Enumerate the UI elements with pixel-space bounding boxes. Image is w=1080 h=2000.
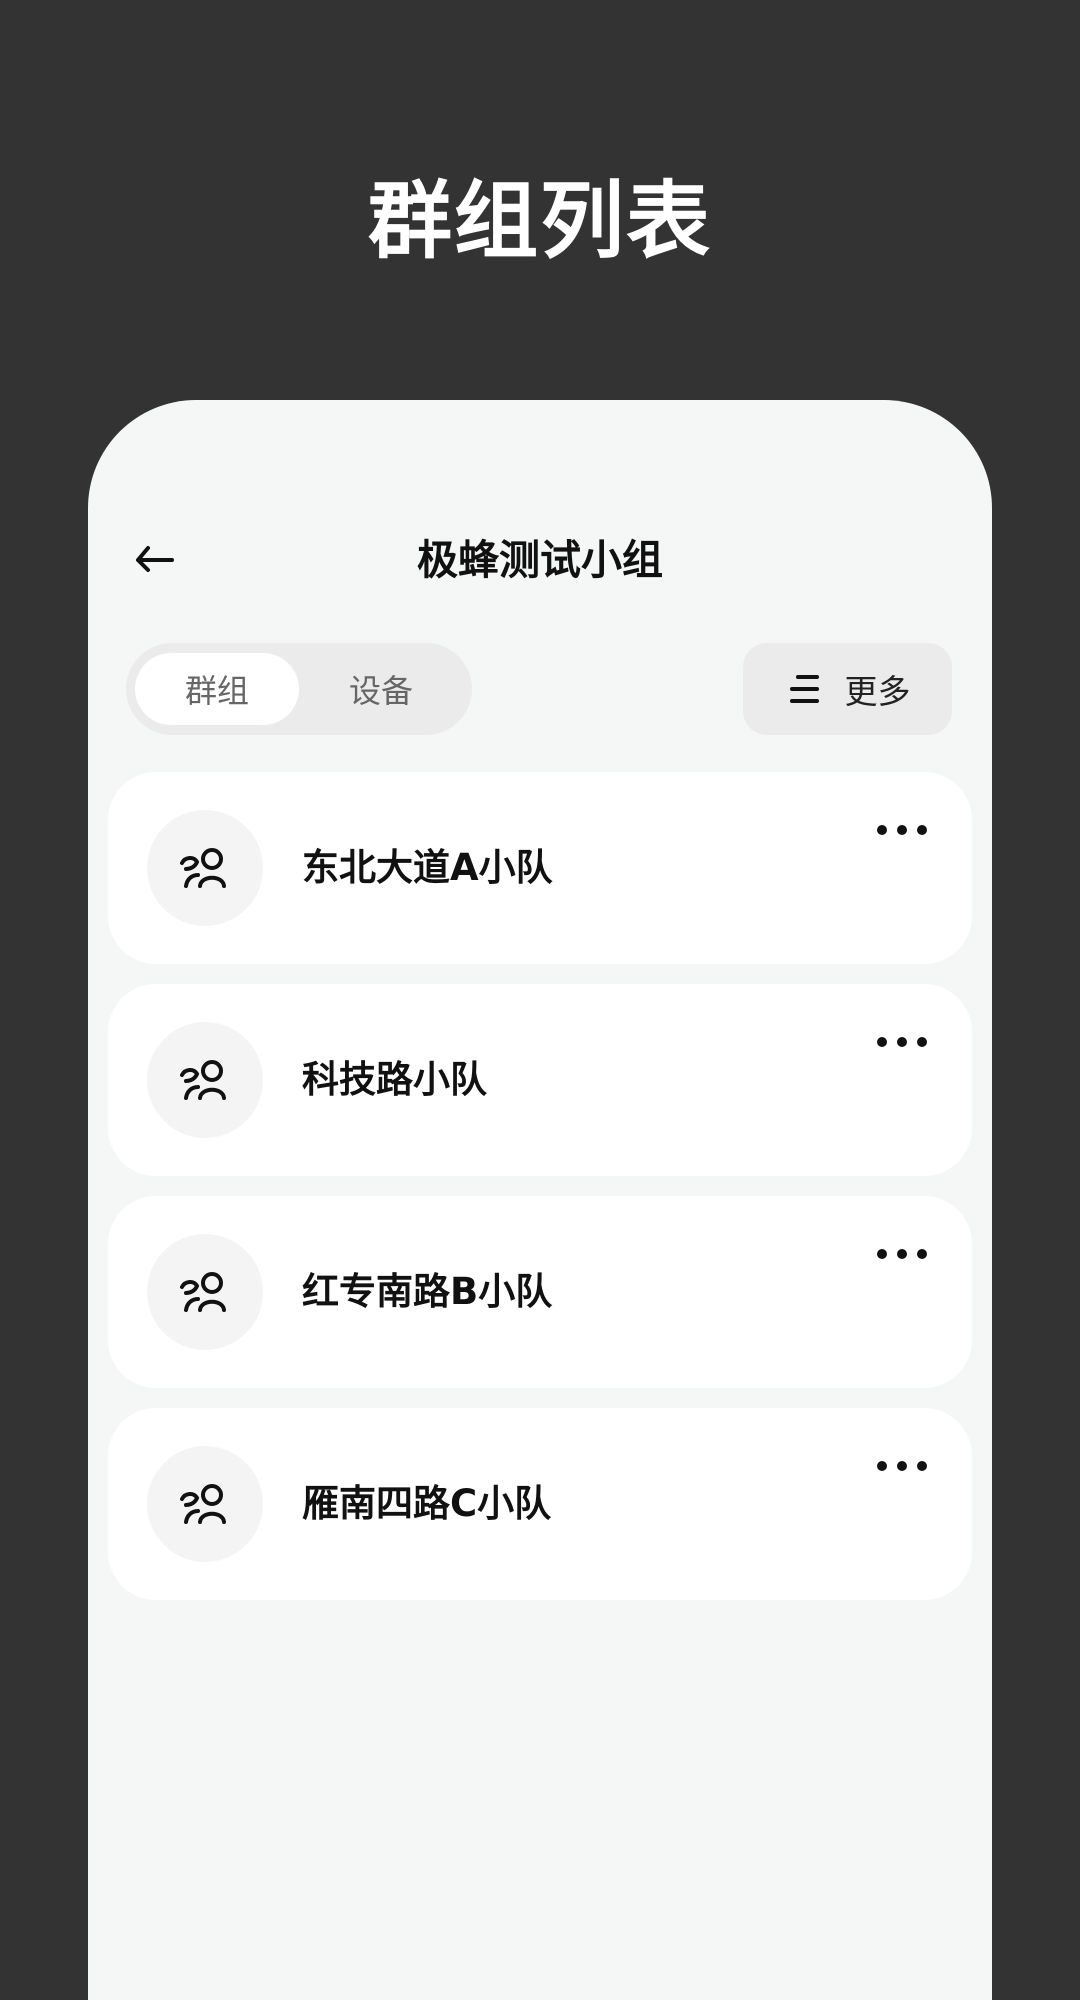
menu-lines-icon bbox=[789, 675, 819, 703]
group-avatar bbox=[147, 1446, 263, 1562]
screen-title: 极蜂测试小组 bbox=[417, 536, 663, 584]
more-dots-icon[interactable] bbox=[877, 1244, 927, 1264]
group-card[interactable]: 科技路小队 bbox=[108, 984, 972, 1176]
more-button[interactable]: 更多 bbox=[743, 643, 952, 735]
group-name: 红专南路B小队 bbox=[302, 1270, 553, 1313]
group-device-switch: 群组 设备 bbox=[126, 643, 472, 735]
group-avatar bbox=[147, 1234, 263, 1350]
tab-groups[interactable]: 群组 bbox=[135, 653, 299, 725]
group-icon bbox=[180, 1272, 226, 1312]
group-icon bbox=[180, 1484, 226, 1524]
group-icon bbox=[180, 1060, 226, 1100]
phone-screen: 极蜂测试小组 群组 设备 更多 东北大道A小队 科技路小队 红专南路B小队 雁南… bbox=[88, 400, 992, 2000]
group-card[interactable]: 雁南四路C小队 bbox=[108, 1408, 972, 1600]
group-list: 东北大道A小队 科技路小队 红专南路B小队 雁南四路C小队 bbox=[108, 772, 972, 1620]
more-dots-icon[interactable] bbox=[877, 1032, 927, 1052]
group-name: 雁南四路C小队 bbox=[302, 1482, 552, 1525]
group-card[interactable]: 东北大道A小队 bbox=[108, 772, 972, 964]
group-card[interactable]: 红专南路B小队 bbox=[108, 1196, 972, 1388]
tab-devices[interactable]: 设备 bbox=[299, 653, 463, 725]
group-avatar bbox=[147, 1022, 263, 1138]
group-name: 科技路小队 bbox=[302, 1058, 487, 1101]
more-dots-icon[interactable] bbox=[877, 820, 927, 840]
promo-title: 群组列表 bbox=[367, 172, 712, 270]
group-name: 东北大道A小队 bbox=[302, 846, 553, 889]
more-button-label: 更多 bbox=[844, 672, 911, 711]
group-avatar bbox=[147, 810, 263, 926]
more-dots-icon[interactable] bbox=[877, 1456, 927, 1476]
group-icon bbox=[180, 848, 226, 888]
